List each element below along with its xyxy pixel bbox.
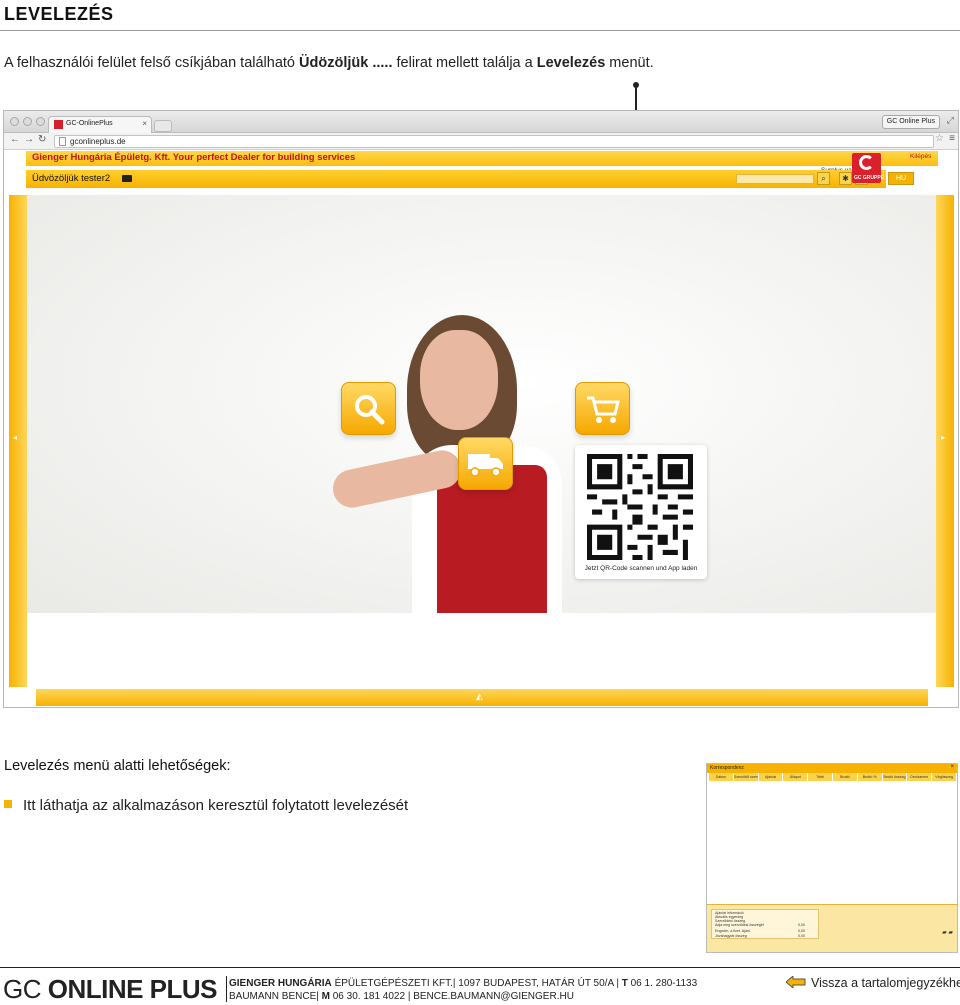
mail-icon[interactable] xyxy=(122,175,132,182)
right-panel-arrow-icon[interactable]: ▸ xyxy=(941,433,945,442)
bookmark-star-icon[interactable]: ☆ xyxy=(935,133,944,144)
mini-panel-value: 0,00 xyxy=(798,923,805,927)
search-icon xyxy=(354,395,384,425)
url-text: gconlineplus.de xyxy=(70,137,126,146)
logout-link[interactable]: Kilépés xyxy=(910,153,931,160)
site-search-input[interactable] xyxy=(736,174,814,184)
favicon-icon xyxy=(54,120,63,129)
language-selector[interactable]: HU xyxy=(888,172,914,185)
right-slider-panel[interactable]: ▸ xyxy=(936,195,954,687)
tab-title: GC-OnlinePlus xyxy=(66,120,113,127)
site-search-icon[interactable]: ⌕ xyxy=(817,172,830,185)
footer-separator xyxy=(226,976,227,1002)
mini-summary-panel: Ajánlat információ Aktuális egyenleg Sze… xyxy=(707,904,957,952)
gc-logo-mark-icon xyxy=(859,155,874,170)
mini-column-header: Szerződő személy xyxy=(733,773,759,781)
mini-panel-value: 0,00 xyxy=(798,934,805,938)
reload-icon[interactable]: ↻ xyxy=(38,134,46,145)
gc-gruppe-logo: GC GRUPPE xyxy=(852,153,885,183)
left-panel-arrow-icon[interactable]: ◂ xyxy=(13,433,17,442)
profile-button[interactable]: GC Online Plus xyxy=(881,115,940,129)
left-slider-panel[interactable]: ◂ xyxy=(9,195,27,687)
title-divider xyxy=(0,30,960,31)
mini-window-header: Korrespondenz × xyxy=(707,764,957,773)
welcome-text: Üdvözöljük tester2 xyxy=(32,173,111,184)
window-zoom-icon[interactable] xyxy=(36,117,45,126)
mini-panel-value: 0,00 xyxy=(798,929,805,933)
window-close-icon[interactable] xyxy=(10,117,19,126)
mini-column-header: Ajánlat xyxy=(759,773,784,781)
section-title: Levelezés menü alatti lehetőségek: xyxy=(4,758,231,774)
dealer-tagline: Gienger Hungária Épületg. Kft. Your perf… xyxy=(32,152,356,163)
bullet-icon xyxy=(4,800,12,808)
brand-logo: GC ONLINE PLUS xyxy=(3,974,218,1004)
qr-code xyxy=(587,454,693,560)
browser-menu-icon[interactable]: ≡ xyxy=(949,133,955,144)
page-title: LEVELEZÉS xyxy=(4,4,114,24)
bullet-text: Itt láthatja az alkalmazáson keresztül f… xyxy=(23,797,409,814)
mini-column-header: Tétel xyxy=(808,773,833,781)
user-bar: Üdvözöljük tester2 ⌕ ✱ ? xyxy=(26,170,886,188)
settings-gear-icon[interactable]: ✱ xyxy=(839,172,852,185)
cart-tile[interactable] xyxy=(575,382,630,435)
mini-column-headers: Dátum Szerződő személy Ajánlat Állapot T… xyxy=(709,773,957,781)
mini-column-header: Végösszeg xyxy=(932,773,957,781)
mini-close-icon: × xyxy=(950,764,954,770)
search-tile[interactable] xyxy=(341,382,396,435)
truck-icon xyxy=(467,454,503,477)
mini-column-header: Bruttó xyxy=(833,773,858,781)
mini-info-box: Ajánlat információ Aktuális egyenleg Sze… xyxy=(711,909,819,939)
address-bar[interactable]: gconlineplus.de xyxy=(54,135,934,148)
mini-panel-label: Jóváhagyott összeg xyxy=(715,934,747,938)
site-header-strip: Gienger Hungária Épületg. Kft. Your perf… xyxy=(26,151,938,166)
window-minimize-icon[interactable] xyxy=(23,117,32,126)
mini-column-header: Devizanem xyxy=(907,773,933,781)
mini-print-icons: ▰ ▰ xyxy=(942,930,953,936)
back-icon[interactable]: ← xyxy=(10,134,20,145)
mini-window-title: Korrespondenz xyxy=(710,765,744,771)
gc-logo-text: GC GRUPPE xyxy=(854,175,885,181)
mini-column-header: Dátum xyxy=(709,773,734,781)
back-arrow-icon xyxy=(786,976,806,988)
mini-panel-label: Adja meg szerződési összegét xyxy=(715,923,764,927)
new-tab-button[interactable] xyxy=(154,120,172,132)
qr-caption: Jetzt QR-Code scannen und App laden xyxy=(584,565,698,572)
browser-window: GC-OnlinePlus × GC Online Plus ⤢ ← → ↻ g… xyxy=(3,110,959,708)
fullscreen-icon[interactable]: ⤢ xyxy=(947,115,954,126)
cart-icon xyxy=(586,396,620,423)
mini-column-header: Bruttó összeg xyxy=(883,773,908,781)
truck-tile[interactable] xyxy=(458,437,513,490)
browser-tab[interactable]: GC-OnlinePlus × xyxy=(48,116,152,133)
back-to-toc-link[interactable]: Vissza a tartalomjegyzékhez xyxy=(786,976,960,990)
bottom-bar: ◭ xyxy=(36,689,928,706)
mini-column-header: Állapot xyxy=(783,773,809,781)
browser-toolbar: ← → ↻ gconlineplus.de ☆ ≡ xyxy=(4,133,958,150)
company-address: GIENGER HUNGÁRIA ÉPÜLETGÉPÉSZETI KFT.| 1… xyxy=(229,978,698,1002)
hero-image: Jetzt QR-Code scannen und App laden xyxy=(27,195,936,613)
callout-dot xyxy=(633,82,639,88)
footer-divider xyxy=(0,967,960,968)
bottom-logo-icon: ◭ xyxy=(476,691,483,701)
mini-column-header: Bruttó % xyxy=(858,773,883,781)
intro-paragraph: A felhasználói felület felső csíkjában t… xyxy=(4,55,654,71)
tab-close-icon[interactable]: × xyxy=(142,119,147,128)
forward-icon[interactable]: → xyxy=(24,134,34,145)
hero-person-face xyxy=(420,330,498,430)
mini-panel-label: Engedm. a fizet. Ajánl. xyxy=(715,929,751,933)
page-icon xyxy=(59,137,66,146)
browser-tabstrip: GC-OnlinePlus × GC Online Plus ⤢ xyxy=(4,111,958,133)
correspondence-screenshot: Korrespondenz × Dátum Szerződő személy A… xyxy=(706,763,958,953)
qr-code-card[interactable]: Jetzt QR-Code scannen und App laden xyxy=(575,445,707,579)
